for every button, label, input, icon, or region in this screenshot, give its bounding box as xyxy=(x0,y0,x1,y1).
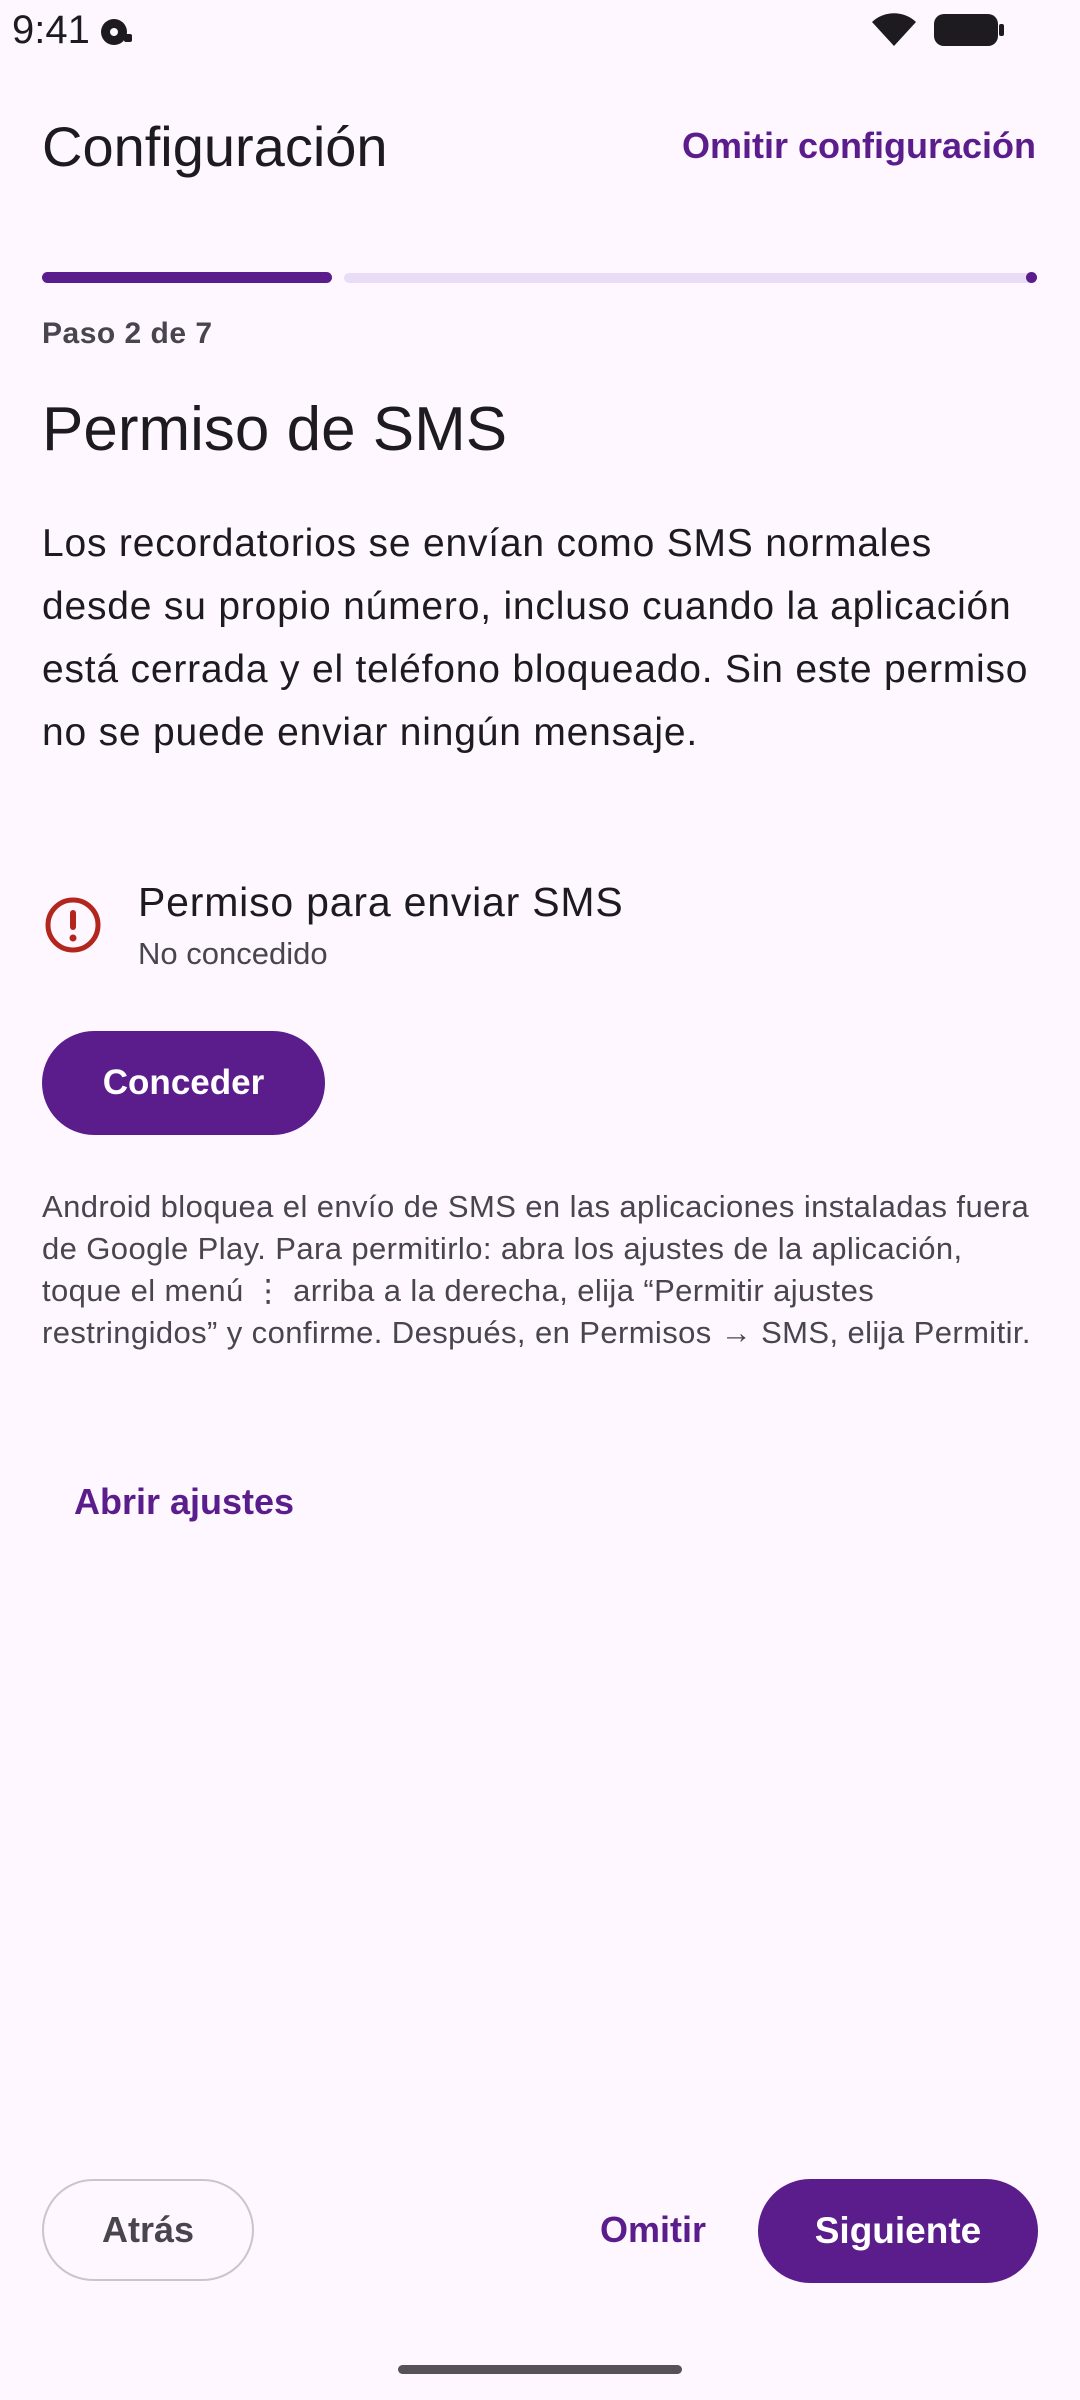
page-title: Configuración xyxy=(42,115,388,178)
open-settings-button[interactable]: Abrir ajustes xyxy=(74,1478,294,1526)
progress-end-dot xyxy=(1026,272,1037,283)
progress-indicator xyxy=(42,272,332,283)
next-button[interactable]: Siguiente xyxy=(758,2179,1038,2283)
notification-icon xyxy=(101,19,132,45)
step-label: Paso 2 de 7 xyxy=(42,317,213,350)
skip-button[interactable]: Omitir xyxy=(588,2206,718,2254)
back-button[interactable]: Atrás xyxy=(42,2179,254,2281)
permission-status: No concedido xyxy=(138,936,328,971)
permission-title: Permiso para enviar SMS xyxy=(138,879,624,925)
status-time: 9:41 xyxy=(12,8,90,52)
home-indicator[interactable] xyxy=(398,2365,682,2374)
progress-track xyxy=(344,273,1034,283)
error-icon xyxy=(45,897,101,953)
section-description: Los recordatorios se envían como SMS nor… xyxy=(42,522,1029,754)
section-title: Permiso de SMS xyxy=(42,395,508,464)
grant-button[interactable]: Conceder xyxy=(42,1031,325,1135)
info-text: Android bloquea el envío de SMS en las a… xyxy=(42,1189,1031,1350)
battery-icon xyxy=(934,14,1004,46)
wifi-icon xyxy=(872,13,916,46)
skip-setup-button[interactable]: Omitir configuración xyxy=(682,124,1036,168)
